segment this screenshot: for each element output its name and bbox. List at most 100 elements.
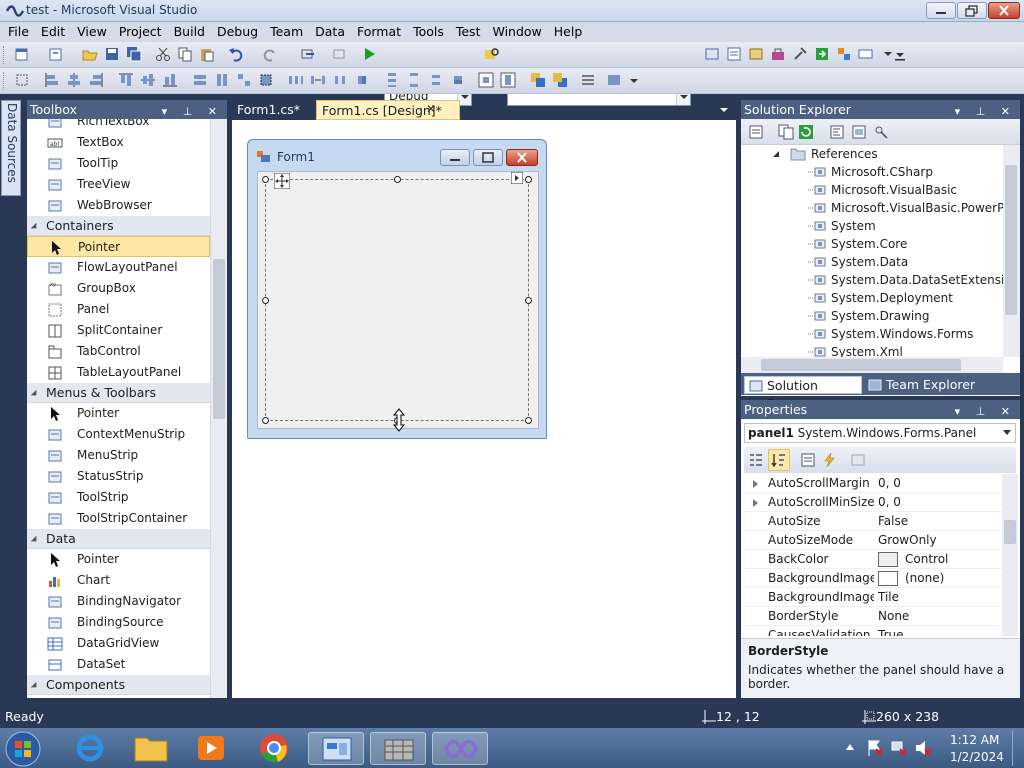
object-browser-icon[interactable] [748, 46, 764, 62]
show-all-files-icon[interactable] [778, 124, 794, 140]
new-project-icon[interactable] [14, 46, 30, 62]
tab-team-explorer[interactable]: Team Explorer [864, 376, 1014, 394]
form-minimize-button[interactable] [440, 149, 470, 166]
decrease-horizontal-spacing-icon[interactable] [332, 72, 348, 88]
smart-tag-icon[interactable] [511, 172, 523, 184]
events-lightning-icon[interactable] [822, 452, 838, 468]
horizontal-spacing-equal-icon[interactable] [288, 72, 304, 88]
sql-server-task[interactable] [370, 732, 426, 765]
toolbox-item[interactable]: BindingNavigator [27, 591, 210, 612]
toolbox-item[interactable]: RichTextBox [27, 119, 210, 132]
view-code-icon[interactable] [829, 124, 845, 140]
internet-explorer-icon[interactable] [74, 732, 106, 764]
menu-test[interactable]: Test [450, 22, 487, 42]
volume-icon[interactable] [914, 739, 932, 757]
redo-icon[interactable] [262, 46, 278, 62]
menu-data[interactable]: Data [309, 22, 351, 42]
toolbox-item[interactable]: ToolStripContainer [27, 508, 210, 529]
toolbar-grip[interactable] [3, 72, 6, 90]
add-item-icon[interactable] [48, 46, 64, 62]
panel-pin-close-icons[interactable]: ▾ ⊥ ✕ [955, 402, 1016, 421]
solution-horizontal-scrollbar[interactable] [741, 357, 1003, 373]
menu-tools[interactable]: Tools [407, 22, 450, 42]
toolbox-item[interactable]: Pointer [27, 236, 210, 257]
resize-handle-e[interactable] [525, 297, 532, 304]
align-lefts-icon[interactable] [44, 72, 60, 88]
toolbar-grip[interactable] [3, 46, 6, 64]
property-row[interactable]: BackColor Control [744, 550, 1002, 569]
find-in-files-icon[interactable] [484, 46, 500, 62]
close-button[interactable] [988, 2, 1020, 19]
clock-date[interactable]: 1/2/2024 [950, 750, 1004, 764]
control-panel-task[interactable] [308, 732, 364, 765]
make-same-height-icon[interactable] [214, 72, 230, 88]
cut-icon[interactable] [155, 46, 171, 62]
property-row[interactable]: BorderStyle None [744, 607, 1002, 626]
toolbox-item[interactable]: Pointer [27, 695, 210, 698]
scroll-thumb[interactable] [213, 259, 225, 419]
make-same-size-icon[interactable] [236, 72, 252, 88]
property-value[interactable]: Tile [878, 588, 899, 607]
refresh-icon[interactable] [798, 124, 814, 140]
undo-icon[interactable] [228, 46, 244, 62]
resize-handle-ne[interactable] [525, 176, 532, 183]
resize-handle-sw[interactable] [262, 417, 269, 424]
resize-handle-se[interactable] [525, 417, 532, 424]
remove-vertical-spacing-icon[interactable] [450, 72, 466, 88]
move-glyph-icon[interactable] [274, 173, 290, 189]
wrench-icon[interactable] [792, 46, 808, 62]
property-value[interactable]: True [878, 626, 904, 636]
solution-vertical-scrollbar[interactable] [1003, 145, 1020, 357]
toolbox-item[interactable]: TabControl [27, 341, 210, 362]
properties-view-icon[interactable] [800, 452, 816, 468]
categorized-icon[interactable] [748, 452, 764, 468]
show-hidden-icons-icon[interactable] [845, 743, 855, 751]
toolbox-item[interactable]: SplitContainer [27, 320, 210, 341]
copy-icon[interactable] [177, 46, 193, 62]
toolbox-category[interactable]: Menus & Toolbars [27, 383, 210, 403]
properties-icon[interactable] [748, 124, 764, 140]
navigate-backward-icon[interactable] [300, 46, 316, 62]
menu-format[interactable]: Format [351, 22, 407, 42]
form-maximize-button[interactable] [473, 149, 503, 166]
paste-icon[interactable] [199, 46, 215, 62]
toolbox-category[interactable]: Data [27, 529, 210, 549]
toolbox-item[interactable]: xy GroupBox [27, 278, 210, 299]
property-value[interactable]: None [878, 607, 909, 626]
property-row[interactable]: AutoSize False [744, 512, 1002, 531]
property-row[interactable]: AutoScrollMinSize 0, 0 [744, 493, 1002, 512]
start-debugging-icon[interactable] [361, 46, 377, 62]
tab-form1-design[interactable]: Form1.cs [Design]* [316, 100, 460, 120]
menu-debug[interactable]: Debug [211, 22, 264, 42]
property-row[interactable]: BackgroundImage (none) [744, 569, 1002, 588]
toolbox-item[interactable]: Panel [27, 299, 210, 320]
tab-list-dropdown-icon[interactable] [718, 104, 730, 116]
toolbox-item[interactable]: ToolTip [27, 153, 210, 174]
properties-header[interactable]: Properties ▾ ⊥ ✕ [741, 400, 1020, 419]
chevron-down-icon[interactable] [626, 72, 642, 88]
tab-form1-code[interactable]: Form1.cs* [232, 100, 305, 120]
center-vertically-icon[interactable] [500, 72, 516, 88]
panel1-control[interactable] [265, 179, 529, 421]
start-page-icon[interactable] [814, 46, 830, 62]
toolbox-item[interactable]: ContextMenuStrip [27, 424, 210, 445]
align-middles-icon[interactable] [140, 72, 156, 88]
menu-help[interactable]: Help [548, 22, 589, 42]
menu-window[interactable]: Window [486, 22, 547, 42]
save-all-icon[interactable] [126, 46, 142, 62]
toolbar-overflow-icon[interactable] [892, 46, 908, 62]
solution-explorer-tool-icon[interactable] [704, 46, 720, 62]
close-tab-icon[interactable]: ✕ [426, 102, 438, 116]
save-icon[interactable] [104, 46, 120, 62]
toolbox-item[interactable]: Pointer [27, 549, 210, 570]
toolbox-item[interactable]: MenuStrip [27, 445, 210, 466]
properties-tool-icon[interactable] [726, 46, 742, 62]
toolbox-item[interactable]: TableLayoutPanel [27, 362, 210, 383]
send-to-back-icon[interactable] [552, 72, 568, 88]
increase-vertical-spacing-icon[interactable] [406, 72, 422, 88]
properties-scrollbar[interactable] [1002, 474, 1018, 636]
property-value[interactable]: 0, 0 [878, 493, 901, 512]
open-file-icon[interactable] [82, 46, 98, 62]
windows-start-icon[interactable] [4, 730, 42, 768]
media-player-icon[interactable] [196, 733, 226, 763]
